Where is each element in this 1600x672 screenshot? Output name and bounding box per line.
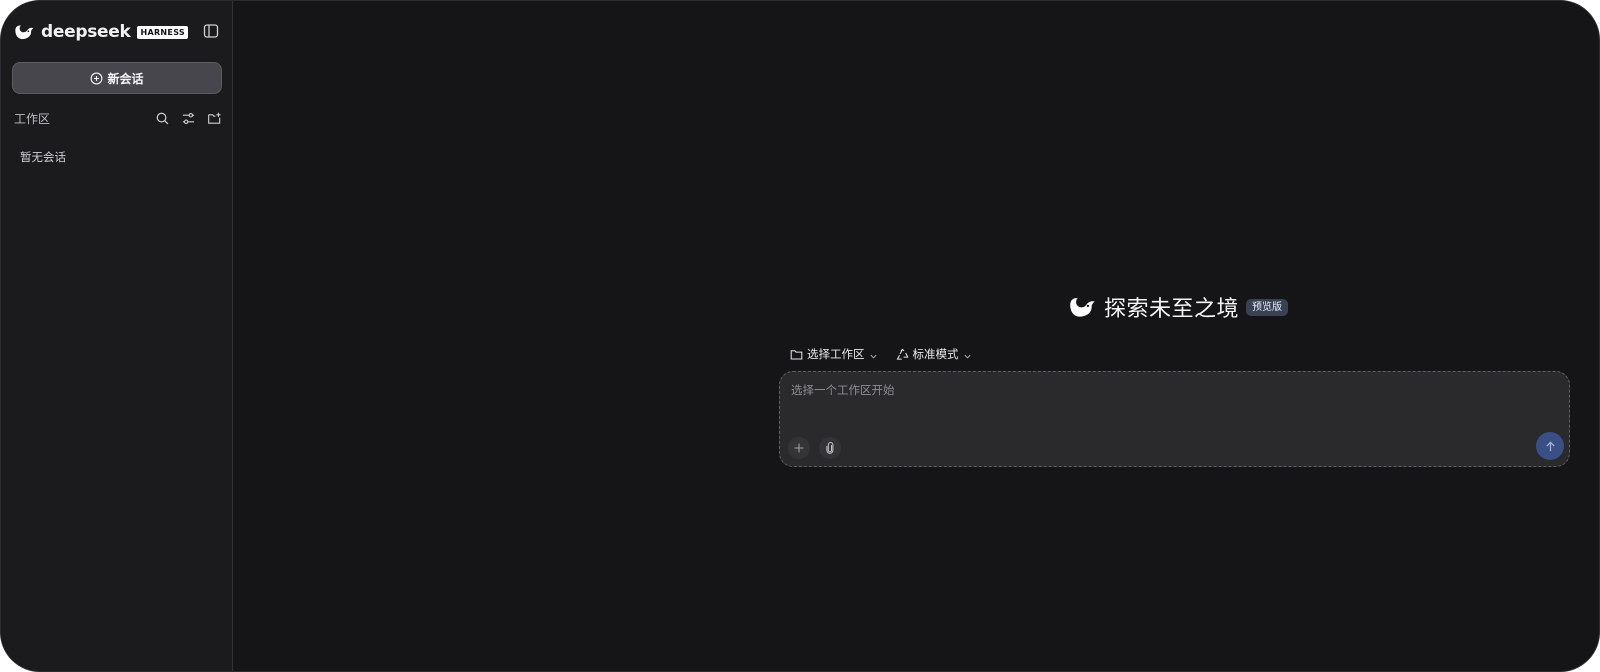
whale-logo-icon (15, 25, 34, 40)
plus-icon (794, 443, 804, 453)
brand: deepseek HARNESS (13, 20, 188, 44)
message-input[interactable] (791, 382, 1551, 412)
search-icon (156, 112, 169, 124)
chevron-down-icon (963, 350, 972, 359)
filter-button[interactable] (181, 111, 196, 126)
plus-circle-icon (91, 72, 103, 84)
sidebar-toggle-icon (203, 24, 219, 38)
arrow-up-icon (1545, 440, 1555, 451)
empty-sessions-text: 暂无会话 (20, 150, 66, 164)
sidebar-toggle-button[interactable] (203, 23, 219, 39)
composer-toolbar: 选择工作区 标准模式 (790, 345, 972, 363)
new-chat-button[interactable]: 新会话 (12, 62, 222, 94)
mode-select[interactable]: 标准模式 (896, 346, 972, 362)
composer (779, 371, 1570, 467)
sidebar: deepseek HARNESS 新会话 工作区 暂无会话 (1, 1, 233, 671)
app-window: deepseek HARNESS 新会话 工作区 暂无会话 探索未至之境 预览版… (0, 0, 1600, 672)
workspace-header: 工作区 (14, 109, 222, 127)
mode-select-label: 标准模式 (912, 347, 959, 361)
brand-wordmark: deepseek (41, 22, 131, 42)
preview-badge: 预览版 (1246, 298, 1289, 316)
brand-tag: HARNESS (137, 25, 188, 39)
whale-logo-icon (1070, 298, 1095, 317)
hero: 探索未至之境 预览版 (1067, 292, 1289, 322)
chevron-down-icon (869, 350, 878, 359)
workspace-select[interactable]: 选择工作区 (790, 346, 878, 362)
new-chat-label: 新会话 (107, 71, 144, 86)
send-button[interactable] (1536, 432, 1564, 460)
workspace-label: 工作区 (14, 111, 51, 126)
sliders-icon (182, 112, 195, 124)
folder-icon (790, 348, 803, 361)
attach-button[interactable] (819, 437, 841, 459)
new-folder-button[interactable] (207, 111, 222, 126)
recycle-icon (896, 348, 909, 361)
workspace-tools (155, 111, 222, 126)
hero-title: 探索未至之境 (1104, 297, 1240, 322)
folder-plus-icon (208, 112, 221, 124)
search-button[interactable] (155, 111, 170, 126)
add-button[interactable] (788, 437, 810, 459)
paperclip-icon (826, 442, 834, 454)
workspace-select-label: 选择工作区 (807, 347, 865, 361)
